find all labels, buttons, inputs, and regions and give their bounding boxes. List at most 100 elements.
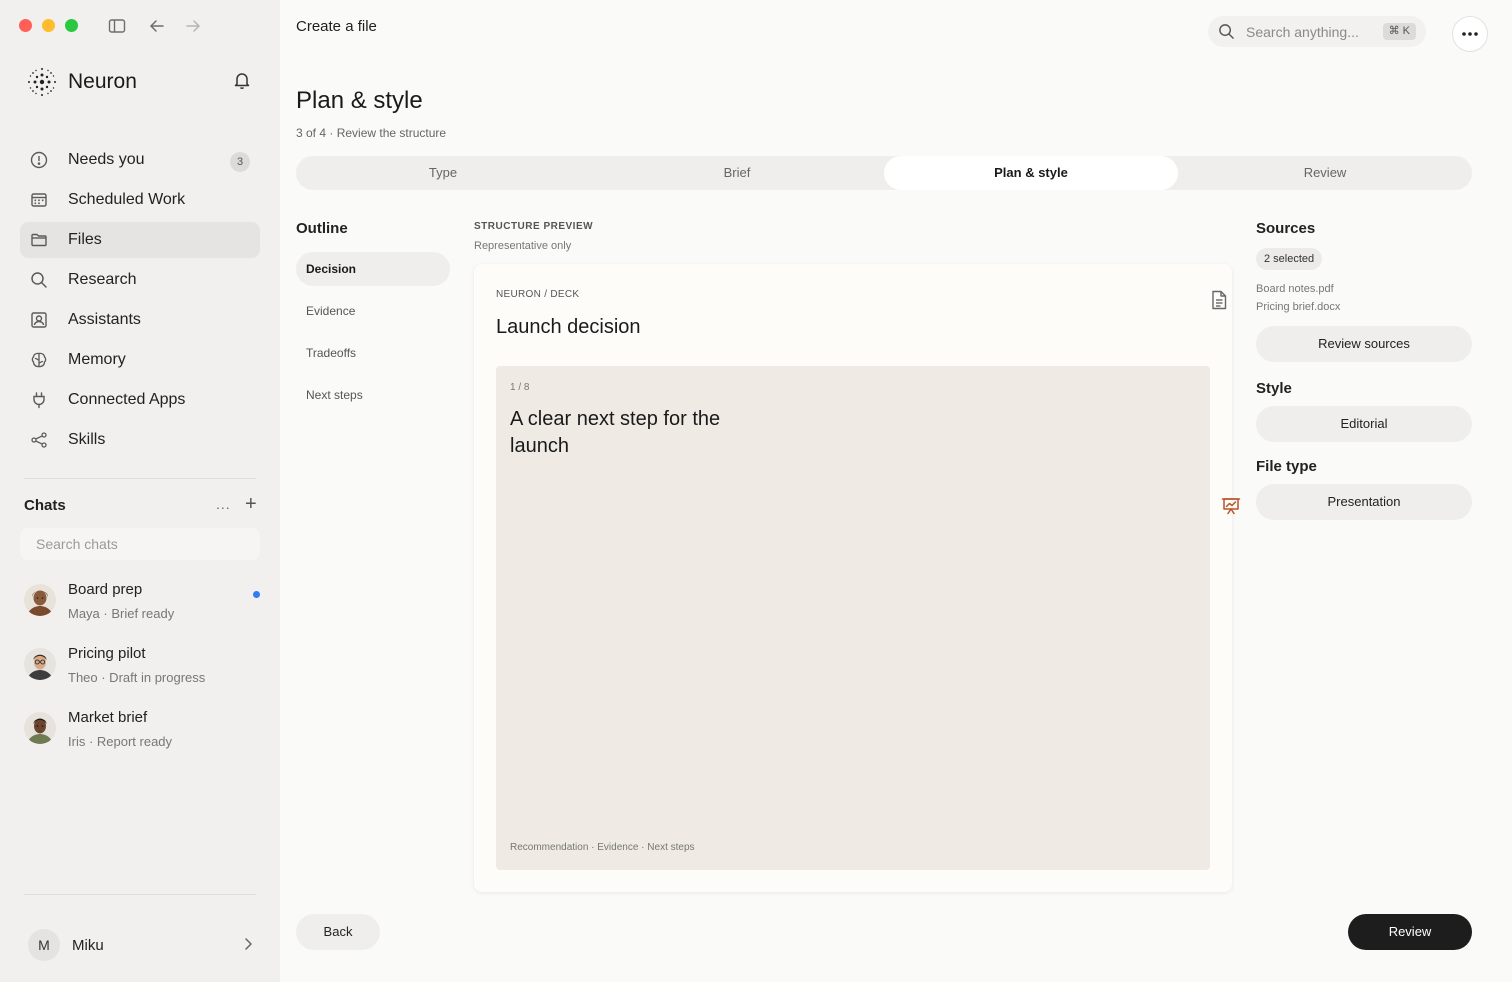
sidebar-item-scheduled-work[interactable]: Scheduled Work (20, 182, 260, 218)
slide-preview: 1 / 8 A clear next step for the launch R… (496, 366, 1210, 870)
unread-indicator (253, 591, 260, 598)
sidebar-item-skills[interactable]: Skills (20, 422, 260, 458)
user-profile-button[interactable]: M Miku (28, 928, 260, 962)
sidebar-divider (24, 478, 256, 479)
contact-icon (31, 312, 47, 328)
chats-more-button[interactable]: ... (216, 496, 231, 512)
deck-title: Launch decision (496, 316, 641, 338)
sidebar-item-label: Scheduled Work (68, 191, 186, 208)
page-header-title: Create a file (296, 18, 377, 35)
sidebar-item-label: Assistants (68, 311, 141, 328)
outline-item-decision[interactable]: Decision (296, 252, 450, 286)
sidebar-item-connected-apps[interactable]: Connected Apps (20, 382, 260, 418)
calendar-icon (31, 193, 47, 207)
chat-item-market-brief[interactable]: Market brief Iris · Report ready (24, 706, 264, 756)
avatar (24, 584, 56, 616)
chat-item-pricing-pilot[interactable]: Pricing pilot Theo · Draft in progress (24, 642, 264, 692)
slide-counter: 1 / 8 (510, 382, 530, 393)
more-options-button[interactable] (1452, 16, 1488, 52)
needs-you-count-badge: 3 (230, 152, 250, 172)
style-select[interactable]: Editorial (1256, 406, 1472, 442)
review-button[interactable]: Review (1348, 914, 1472, 950)
bell-icon[interactable] (232, 70, 252, 90)
sources-selected-chip[interactable]: 2 selected (1256, 248, 1323, 270)
brain-icon (31, 352, 47, 368)
slide-footer: Recommendation · Evidence · Next steps (510, 842, 695, 853)
window-minimize-button[interactable] (42, 19, 55, 32)
outline-title: Outline (296, 220, 348, 237)
new-chat-button[interactable]: + (245, 493, 257, 516)
step-tabs: Type Brief Plan & style Review (296, 156, 1472, 190)
user-name: Miku (72, 936, 104, 954)
window-close-button[interactable] (19, 19, 32, 32)
sidebar-item-label: Needs you (68, 151, 145, 168)
sidebar-item-assistants[interactable]: Assistants (20, 302, 260, 338)
outline-item-tradeoffs[interactable]: Tradeoffs (296, 336, 450, 370)
chevron-right-icon (245, 938, 252, 950)
source-file: Board notes.pdf (1256, 283, 1334, 295)
sidebar-item-label: Files (68, 231, 102, 248)
neuron-logo-icon (28, 68, 56, 96)
sources-title: Sources (1256, 220, 1316, 237)
sidebar: Neuron Needs you 3 Scheduled Work Files … (0, 0, 280, 982)
presentation-chart-icon[interactable] (1221, 496, 1241, 516)
folder-icon (31, 233, 47, 247)
review-sources-button[interactable]: Review sources (1256, 326, 1472, 362)
sidebar-item-research[interactable]: Research (20, 262, 260, 298)
global-search-placeholder: Search anything... (1246, 24, 1359, 40)
step-plan-style[interactable]: Plan & style (884, 156, 1178, 190)
step-review[interactable]: Review (1178, 156, 1472, 190)
chats-title: Chats (24, 497, 66, 514)
chat-name: Market brief (68, 709, 148, 726)
sidebar-divider (24, 894, 256, 895)
structure-preview-sublabel: Representative only (474, 240, 572, 252)
search-shortcut-badge: ⌘ K (1382, 23, 1416, 40)
avatar (24, 712, 56, 744)
sidebar-toggle-icon[interactable] (108, 17, 126, 35)
brand-name: Neuron (68, 70, 137, 93)
file-type-select[interactable]: Presentation (1256, 484, 1472, 520)
document-icon[interactable] (1210, 290, 1228, 310)
chat-subtitle: Iris · Report ready (68, 734, 173, 749)
sidebar-item-memory[interactable]: Memory (20, 342, 260, 378)
global-search[interactable]: Search anything... ⌘ K (1208, 16, 1426, 47)
sidebar-item-label: Research (68, 271, 137, 288)
sidebar-item-needs-you[interactable]: Needs you 3 (20, 142, 260, 178)
deck-preview-card: NEURON / DECK Launch decision 1 / 8 A cl… (474, 264, 1232, 892)
sidebar-nav: Needs you 3 Scheduled Work Files Researc… (20, 142, 260, 462)
forward-arrow-icon[interactable] (184, 17, 202, 35)
file-type-title: File type (1256, 458, 1317, 475)
chat-subtitle: Maya · Brief ready (68, 606, 175, 621)
style-title: Style (1256, 380, 1292, 397)
sidebar-item-label: Memory (68, 351, 126, 368)
window-zoom-button[interactable] (65, 19, 78, 32)
structure-preview-label: STRUCTURE PREVIEW (474, 221, 594, 232)
outline-item-evidence[interactable]: Evidence (296, 294, 450, 328)
alert-circle-icon (30, 151, 48, 169)
chat-item-board-prep[interactable]: Board prep Maya · Brief ready (24, 578, 264, 628)
outline-list: Decision Evidence Tradeoffs Next steps (296, 252, 450, 420)
page-subtitle: 3 of 4 · Review the structure (296, 126, 447, 140)
back-button[interactable]: Back (296, 914, 380, 950)
chat-search-input[interactable] (20, 528, 260, 560)
chat-subtitle: Theo · Draft in progress (68, 670, 206, 685)
step-brief[interactable]: Brief (590, 156, 884, 190)
avatar (24, 648, 56, 680)
main-content: Create a file Search anything... ⌘ K Pla… (280, 0, 1512, 982)
back-arrow-icon[interactable] (148, 17, 166, 35)
search-icon (31, 272, 47, 288)
sidebar-item-files[interactable]: Files (20, 222, 260, 258)
slide-title: A clear next step for the launch (510, 408, 721, 457)
step-type[interactable]: Type (296, 156, 590, 190)
source-file: Pricing brief.docx (1256, 301, 1341, 313)
deck-eyebrow: NEURON / DECK (496, 289, 580, 300)
brand: Neuron (26, 66, 137, 98)
sidebar-item-label: Connected Apps (68, 391, 186, 408)
sidebar-item-label: Skills (68, 431, 106, 448)
chat-name: Board prep (68, 581, 143, 598)
page-title: Plan & style (296, 87, 423, 114)
outline-item-next-steps[interactable]: Next steps (296, 378, 450, 412)
user-avatar: M (28, 929, 60, 961)
more-horizontal-icon (1462, 32, 1478, 36)
plug-icon (33, 392, 45, 409)
